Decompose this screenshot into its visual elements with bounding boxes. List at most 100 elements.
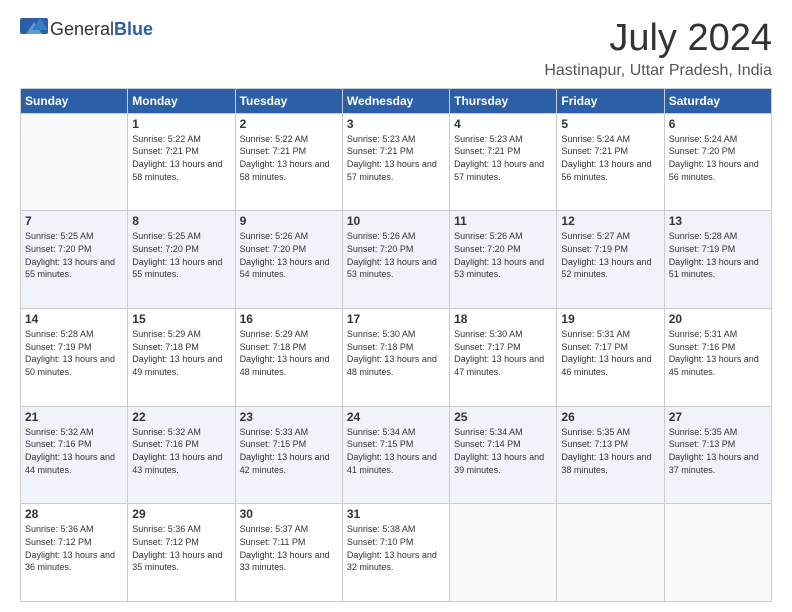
calendar-day-cell: 1 Sunrise: 5:22 AM Sunset: 7:21 PM Daylig… <box>128 113 235 211</box>
day-number: 18 <box>454 312 552 326</box>
calendar-day-cell: 26Sunrise: 5:35 AM Sunset: 7:13 PM Dayli… <box>557 406 664 504</box>
day-info: Sunrise: 5:29 AM Sunset: 7:18 PM Dayligh… <box>132 328 230 378</box>
calendar-header-sunday: Sunday <box>21 88 128 113</box>
day-info: Sunrise: 5:23 AM Sunset: 7:21 PM Dayligh… <box>454 133 552 183</box>
calendar-week-row: 14 Sunrise: 5:28 AM Sunset: 7:19 PM Dayli… <box>21 309 772 407</box>
page: GeneralBlue July 2024 Hastinapur, Uttar … <box>0 0 792 612</box>
calendar-day-cell: 20 Sunrise: 5:31 AM Sunset: 7:16 PM Dayli… <box>664 309 771 407</box>
day-number: 28 <box>25 507 123 521</box>
day-number: 2 <box>240 117 338 131</box>
calendar-day-cell: 15Sunrise: 5:29 AM Sunset: 7:18 PM Dayli… <box>128 309 235 407</box>
calendar-week-row: 28 Sunrise: 5:36 AM Sunset: 7:12 PM Dayli… <box>21 504 772 602</box>
day-info: Sunrise: 5:36 AM Sunset: 7:12 PM Dayligh… <box>132 523 230 573</box>
day-info: Sunrise: 5:22 AM Sunset: 7:21 PM Dayligh… <box>240 133 338 183</box>
day-number: 22 <box>132 410 230 424</box>
day-info: Sunrise: 5:31 AM Sunset: 7:16 PM Dayligh… <box>669 328 767 378</box>
calendar-day-cell: 22Sunrise: 5:32 AM Sunset: 7:16 PM Dayli… <box>128 406 235 504</box>
main-title: July 2024 <box>544 18 772 60</box>
calendar-day-cell <box>664 504 771 602</box>
day-number: 7 <box>25 214 123 228</box>
day-number: 25 <box>454 410 552 424</box>
calendar-table: SundayMondayTuesdayWednesdayThursdayFrid… <box>20 88 772 602</box>
calendar-day-cell: 28 Sunrise: 5:36 AM Sunset: 7:12 PM Dayli… <box>21 504 128 602</box>
day-number: 17 <box>347 312 445 326</box>
day-info: Sunrise: 5:30 AM Sunset: 7:18 PM Dayligh… <box>347 328 445 378</box>
day-info: Sunrise: 5:26 AM Sunset: 7:20 PM Dayligh… <box>454 230 552 280</box>
logo-blue: Blue <box>114 19 153 39</box>
logo-icon <box>20 18 48 40</box>
subtitle: Hastinapur, Uttar Pradesh, India <box>544 62 772 80</box>
day-info: Sunrise: 5:22 AM Sunset: 7:21 PM Dayligh… <box>132 133 230 183</box>
calendar-header-friday: Friday <box>557 88 664 113</box>
day-info: Sunrise: 5:33 AM Sunset: 7:15 PM Dayligh… <box>240 426 338 476</box>
day-info: Sunrise: 5:28 AM Sunset: 7:19 PM Dayligh… <box>669 230 767 280</box>
calendar-day-cell: 3 Sunrise: 5:23 AM Sunset: 7:21 PM Daylig… <box>342 113 449 211</box>
title-area: July 2024 Hastinapur, Uttar Pradesh, Ind… <box>544 18 772 80</box>
calendar-day-cell: 18Sunrise: 5:30 AM Sunset: 7:17 PM Dayli… <box>450 309 557 407</box>
day-number: 1 <box>132 117 230 131</box>
day-info: Sunrise: 5:38 AM Sunset: 7:10 PM Dayligh… <box>347 523 445 573</box>
day-info: Sunrise: 5:36 AM Sunset: 7:12 PM Dayligh… <box>25 523 123 573</box>
day-number: 5 <box>561 117 659 131</box>
day-number: 8 <box>132 214 230 228</box>
day-number: 3 <box>347 117 445 131</box>
calendar-header-saturday: Saturday <box>664 88 771 113</box>
calendar-header-thursday: Thursday <box>450 88 557 113</box>
day-number: 11 <box>454 214 552 228</box>
day-info: Sunrise: 5:35 AM Sunset: 7:13 PM Dayligh… <box>669 426 767 476</box>
calendar-day-cell: 11 Sunrise: 5:26 AM Sunset: 7:20 PM Dayli… <box>450 211 557 309</box>
day-number: 6 <box>669 117 767 131</box>
calendar-day-cell: 14 Sunrise: 5:28 AM Sunset: 7:19 PM Dayli… <box>21 309 128 407</box>
day-info: Sunrise: 5:26 AM Sunset: 7:20 PM Dayligh… <box>347 230 445 280</box>
calendar-week-row: 1 Sunrise: 5:22 AM Sunset: 7:21 PM Daylig… <box>21 113 772 211</box>
day-info: Sunrise: 5:34 AM Sunset: 7:15 PM Dayligh… <box>347 426 445 476</box>
calendar-day-cell: 23Sunrise: 5:33 AM Sunset: 7:15 PM Dayli… <box>235 406 342 504</box>
calendar-day-cell <box>450 504 557 602</box>
calendar-week-row: 21 Sunrise: 5:32 AM Sunset: 7:16 PM Dayli… <box>21 406 772 504</box>
calendar-day-cell: 12Sunrise: 5:27 AM Sunset: 7:19 PM Dayli… <box>557 211 664 309</box>
day-info: Sunrise: 5:35 AM Sunset: 7:13 PM Dayligh… <box>561 426 659 476</box>
calendar-header-monday: Monday <box>128 88 235 113</box>
day-number: 13 <box>669 214 767 228</box>
calendar-day-cell: 6Sunrise: 5:24 AM Sunset: 7:20 PM Daylig… <box>664 113 771 211</box>
calendar-day-cell: 4 Sunrise: 5:23 AM Sunset: 7:21 PM Daylig… <box>450 113 557 211</box>
calendar-day-cell: 25 Sunrise: 5:34 AM Sunset: 7:14 PM Dayli… <box>450 406 557 504</box>
day-info: Sunrise: 5:24 AM Sunset: 7:21 PM Dayligh… <box>561 133 659 183</box>
day-info: Sunrise: 5:25 AM Sunset: 7:20 PM Dayligh… <box>25 230 123 280</box>
calendar-day-cell: 30 Sunrise: 5:37 AM Sunset: 7:11 PM Dayli… <box>235 504 342 602</box>
day-number: 21 <box>25 410 123 424</box>
calendar-header-wednesday: Wednesday <box>342 88 449 113</box>
logo-general: General <box>50 19 114 39</box>
calendar-day-cell: 29Sunrise: 5:36 AM Sunset: 7:12 PM Dayli… <box>128 504 235 602</box>
calendar-day-cell: 10 Sunrise: 5:26 AM Sunset: 7:20 PM Dayli… <box>342 211 449 309</box>
day-info: Sunrise: 5:23 AM Sunset: 7:21 PM Dayligh… <box>347 133 445 183</box>
calendar-header-tuesday: Tuesday <box>235 88 342 113</box>
day-number: 19 <box>561 312 659 326</box>
calendar-day-cell: 13 Sunrise: 5:28 AM Sunset: 7:19 PM Dayli… <box>664 211 771 309</box>
day-info: Sunrise: 5:37 AM Sunset: 7:11 PM Dayligh… <box>240 523 338 573</box>
calendar-day-cell: 9 Sunrise: 5:26 AM Sunset: 7:20 PM Daylig… <box>235 211 342 309</box>
day-number: 10 <box>347 214 445 228</box>
day-number: 27 <box>669 410 767 424</box>
day-number: 16 <box>240 312 338 326</box>
calendar-day-cell <box>557 504 664 602</box>
calendar-week-row: 7 Sunrise: 5:25 AM Sunset: 7:20 PM Daylig… <box>21 211 772 309</box>
calendar-day-cell: 7 Sunrise: 5:25 AM Sunset: 7:20 PM Daylig… <box>21 211 128 309</box>
calendar-day-cell: 5 Sunrise: 5:24 AM Sunset: 7:21 PM Daylig… <box>557 113 664 211</box>
day-info: Sunrise: 5:31 AM Sunset: 7:17 PM Dayligh… <box>561 328 659 378</box>
day-info: Sunrise: 5:28 AM Sunset: 7:19 PM Dayligh… <box>25 328 123 378</box>
day-info: Sunrise: 5:27 AM Sunset: 7:19 PM Dayligh… <box>561 230 659 280</box>
day-number: 9 <box>240 214 338 228</box>
day-info: Sunrise: 5:32 AM Sunset: 7:16 PM Dayligh… <box>25 426 123 476</box>
calendar-day-cell: 2 Sunrise: 5:22 AM Sunset: 7:21 PM Daylig… <box>235 113 342 211</box>
day-number: 4 <box>454 117 552 131</box>
day-info: Sunrise: 5:34 AM Sunset: 7:14 PM Dayligh… <box>454 426 552 476</box>
day-number: 20 <box>669 312 767 326</box>
day-info: Sunrise: 5:26 AM Sunset: 7:20 PM Dayligh… <box>240 230 338 280</box>
day-number: 14 <box>25 312 123 326</box>
calendar-day-cell: 17 Sunrise: 5:30 AM Sunset: 7:18 PM Dayli… <box>342 309 449 407</box>
day-number: 30 <box>240 507 338 521</box>
calendar-day-cell: 16 Sunrise: 5:29 AM Sunset: 7:18 PM Dayli… <box>235 309 342 407</box>
calendar-day-cell: 19 Sunrise: 5:31 AM Sunset: 7:17 PM Dayli… <box>557 309 664 407</box>
day-info: Sunrise: 5:29 AM Sunset: 7:18 PM Dayligh… <box>240 328 338 378</box>
